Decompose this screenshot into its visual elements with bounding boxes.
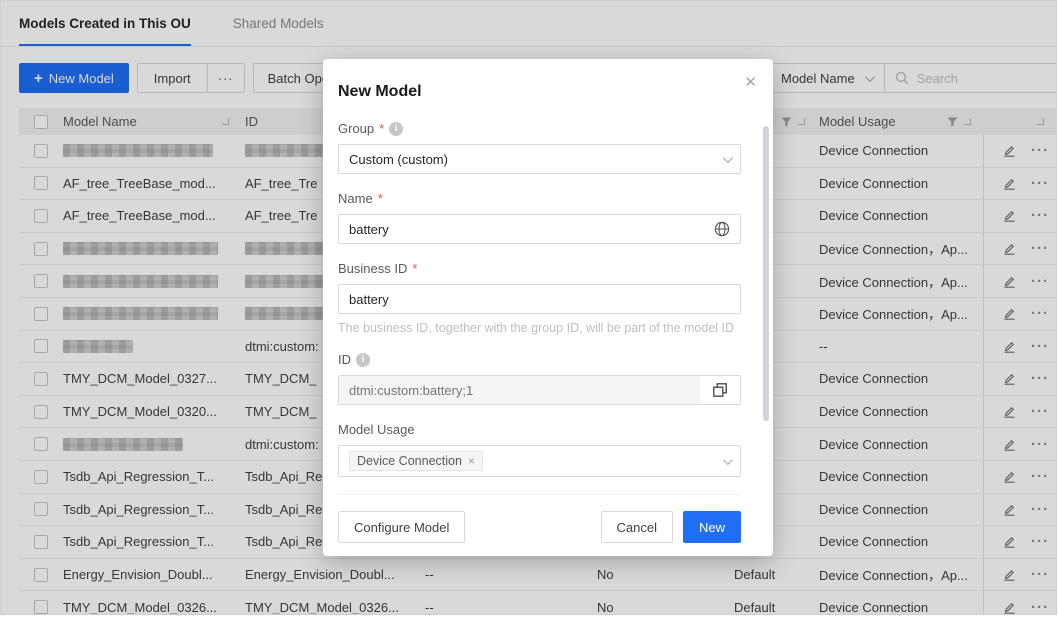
chevron-down-icon	[723, 455, 733, 465]
business-id-label: Business ID	[338, 261, 407, 276]
modal-footer: Configure Model Cancel New	[338, 494, 741, 543]
new-button[interactable]: New	[683, 511, 741, 543]
group-value: Custom (custom)	[349, 152, 448, 167]
close-icon[interactable]: ✕	[744, 73, 757, 91]
model-usage-select[interactable]: Device Connection ×	[338, 445, 741, 477]
business-id-field: Business ID * The business ID, together …	[338, 261, 741, 335]
cancel-button[interactable]: Cancel	[601, 511, 673, 543]
id-field: ID	[338, 352, 741, 405]
modal-title: New Model	[338, 83, 741, 101]
models-page: Models Created in This OU Shared Models …	[0, 0, 1057, 615]
model-usage-field: Model Usage Device Connection ×	[338, 422, 741, 477]
required-asterisk: *	[378, 191, 383, 206]
tag-remove-icon[interactable]: ×	[468, 454, 475, 468]
info-icon[interactable]	[356, 353, 370, 367]
globe-icon[interactable]	[714, 221, 730, 237]
copy-button[interactable]	[700, 376, 740, 404]
name-label: Name	[338, 191, 373, 206]
new-model-modal: ✕ New Model Group * Custom (custom) Name…	[323, 59, 773, 556]
model-usage-label: Model Usage	[338, 422, 415, 437]
info-icon[interactable]	[389, 122, 403, 136]
group-field: Group * Custom (custom)	[338, 121, 741, 174]
name-field: Name *	[338, 191, 741, 244]
usage-tag: Device Connection ×	[349, 451, 483, 471]
chevron-down-icon	[723, 153, 733, 163]
business-id-helper: The business ID, together with the group…	[338, 321, 741, 335]
id-input	[349, 383, 690, 398]
name-input[interactable]	[349, 222, 714, 237]
required-asterisk: *	[379, 121, 384, 136]
usage-tag-label: Device Connection	[357, 454, 462, 468]
group-select[interactable]: Custom (custom)	[338, 144, 741, 174]
required-asterisk: *	[412, 261, 417, 276]
configure-model-button[interactable]: Configure Model	[338, 511, 465, 543]
id-label: ID	[338, 352, 351, 367]
copy-icon	[712, 382, 728, 398]
business-id-input[interactable]	[349, 292, 730, 307]
modal-scrollbar-thumb[interactable]	[763, 126, 769, 421]
group-label: Group	[338, 121, 374, 136]
